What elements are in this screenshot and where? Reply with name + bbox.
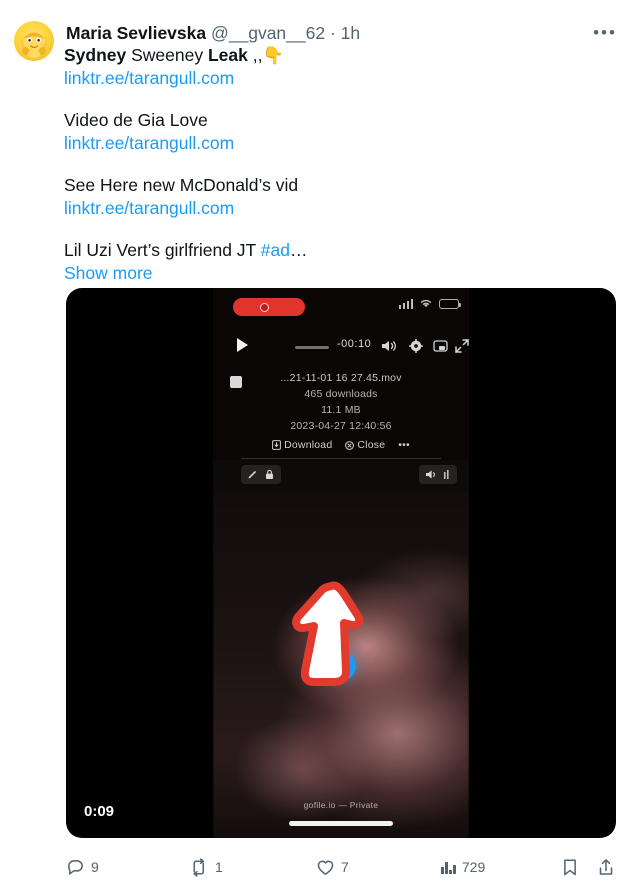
speaker-icon bbox=[426, 470, 435, 479]
fullscreen-icon[interactable] bbox=[455, 339, 469, 353]
lock-icon bbox=[266, 469, 273, 479]
close-label: Close bbox=[357, 439, 386, 451]
text-ellipsis: … bbox=[289, 240, 308, 260]
like-button[interactable]: 7 bbox=[316, 858, 349, 877]
picture-in-picture-icon[interactable] bbox=[433, 339, 448, 353]
retweet-button[interactable]: 1 bbox=[189, 857, 223, 877]
download-label: Download bbox=[284, 439, 333, 451]
tweet-actions: 9 1 7 729 bbox=[66, 850, 618, 884]
text-bold-sydney: Sydney bbox=[64, 45, 127, 65]
bookmark-icon bbox=[564, 859, 576, 875]
paragraph-spacer-2 bbox=[64, 155, 564, 174]
text-line-3: See Here new McDonald’s vid bbox=[64, 175, 299, 195]
text-line-1: Sydney Sweeney Leak ,,👇 bbox=[64, 44, 564, 67]
dot-separator: · bbox=[329, 23, 336, 43]
link-3[interactable]: linktr.ee/tarangull.com bbox=[64, 197, 564, 220]
inner-video-controls: -00:10 bbox=[213, 330, 469, 364]
show-more-link[interactable]: Show more bbox=[64, 262, 564, 285]
point-down-emoji: 👇 bbox=[262, 46, 284, 65]
video-player[interactable]: -00:10 ...21-11-01 16 27.45.mov 465 down… bbox=[66, 288, 616, 838]
download-icon bbox=[272, 440, 281, 450]
inner-scrubber[interactable] bbox=[295, 346, 329, 349]
author-handle[interactable]: @__gvan__62 bbox=[211, 23, 325, 43]
overflow-menu-icon[interactable]: ••• bbox=[398, 437, 410, 453]
author-line: Maria Sevlievska @__gvan__62 · 1h bbox=[66, 22, 360, 45]
file-action-row: Download Close ••• bbox=[213, 437, 469, 453]
like-count: 7 bbox=[341, 859, 349, 875]
paragraph-spacer-1 bbox=[64, 90, 564, 109]
status-bar-icons bbox=[398, 298, 461, 309]
mini-tools-left[interactable] bbox=[241, 465, 281, 484]
home-indicator bbox=[289, 821, 393, 826]
heart-icon bbox=[317, 860, 334, 875]
mini-volume-chip[interactable] bbox=[419, 465, 457, 484]
video-duration-badge: 0:09 bbox=[84, 803, 115, 820]
volume-icon[interactable] bbox=[381, 339, 397, 353]
text-commas: ,, bbox=[247, 45, 263, 65]
text-line-2: Video de Gia Love bbox=[64, 110, 208, 130]
inner-time-remaining: -00:10 bbox=[337, 338, 372, 350]
text-liluzi: Lil Uzi Vert’s girlfriend JT bbox=[64, 240, 261, 260]
inner-play-icon[interactable] bbox=[237, 338, 248, 352]
link-2[interactable]: linktr.ee/tarangull.com bbox=[64, 132, 564, 155]
tweet-text: Sydney Sweeney Leak ,,👇 linktr.ee/tarang… bbox=[64, 44, 564, 285]
reply-icon bbox=[68, 859, 83, 875]
author-display-name[interactable]: Maria Sevlievska bbox=[66, 23, 206, 43]
wifi-icon bbox=[420, 299, 432, 308]
reply-button[interactable]: 9 bbox=[66, 858, 99, 877]
link-1[interactable]: linktr.ee/tarangull.com bbox=[64, 67, 564, 90]
share-icon bbox=[599, 858, 613, 875]
views-button[interactable]: 729 bbox=[441, 859, 485, 875]
gofile-watermark: gofile.io — Private bbox=[303, 800, 379, 810]
tweet-card: Maria Sevlievska @__gvan__62 · 1h ••• Sy… bbox=[0, 0, 634, 894]
settings-gear-icon[interactable] bbox=[409, 339, 423, 353]
retweet-count: 1 bbox=[215, 859, 223, 875]
views-count: 729 bbox=[461, 859, 486, 875]
close-icon bbox=[345, 440, 355, 450]
hashtag-ad[interactable]: #ad bbox=[261, 240, 290, 260]
pen-icon bbox=[248, 470, 257, 479]
text-bold-leak: Leak bbox=[207, 45, 248, 65]
post-timestamp[interactable]: 1h bbox=[341, 23, 360, 43]
screen-recording-pill bbox=[233, 298, 305, 316]
download-button[interactable]: Download bbox=[272, 437, 332, 453]
recording-dot-icon bbox=[260, 302, 269, 312]
volume-level-icon bbox=[444, 469, 449, 479]
share-button[interactable] bbox=[597, 858, 621, 877]
battery-icon bbox=[439, 298, 461, 309]
play-button[interactable] bbox=[326, 651, 356, 681]
text-line-4: Lil Uzi Vert’s girlfriend JT #ad… bbox=[64, 239, 564, 262]
more-options-icon[interactable]: ••• bbox=[588, 22, 622, 44]
file-date: 2023-04-27 12:40:56 bbox=[290, 420, 392, 432]
retweet-icon bbox=[193, 857, 205, 877]
avatar[interactable] bbox=[14, 21, 54, 61]
bookmark-button[interactable] bbox=[561, 858, 585, 877]
views-bar-icon bbox=[441, 860, 456, 874]
cellular-signal-icon bbox=[398, 298, 413, 309]
yellow-cartoon-avatar-icon bbox=[21, 29, 47, 58]
text-sweeney: Sweeney bbox=[126, 45, 208, 65]
file-downloads: 465 downloads bbox=[304, 388, 378, 400]
file-name: ...21-11-01 16 27.45.mov bbox=[280, 372, 402, 384]
inner-screen-recording: -00:10 ...21-11-01 16 27.45.mov 465 down… bbox=[213, 288, 469, 838]
file-size: 11.1 MB bbox=[321, 404, 361, 416]
reply-count: 9 bbox=[91, 859, 99, 875]
close-button[interactable]: Close bbox=[345, 437, 385, 453]
paragraph-spacer-3 bbox=[64, 220, 564, 239]
divider bbox=[241, 458, 441, 459]
file-info-block: ...21-11-01 16 27.45.mov 465 downloads 1… bbox=[213, 370, 469, 453]
inner-mini-toolbar bbox=[213, 460, 469, 490]
